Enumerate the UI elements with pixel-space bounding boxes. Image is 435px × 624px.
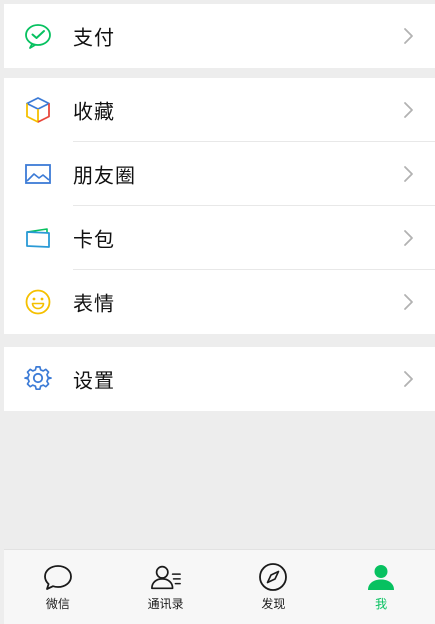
tab-me[interactable]: 我 bbox=[327, 550, 435, 624]
chevron-right-icon bbox=[404, 102, 413, 118]
tab-discover[interactable]: 发现 bbox=[220, 550, 328, 624]
cube-icon bbox=[24, 96, 52, 124]
compass-icon bbox=[257, 562, 289, 592]
chevron-right-icon bbox=[404, 166, 413, 182]
tab-discover-label: 发现 bbox=[261, 597, 286, 611]
menu-group-settings: 设置 bbox=[4, 347, 435, 411]
menu-item-pay[interactable]: 支付 bbox=[4, 4, 435, 68]
tab-contacts[interactable]: 通讯录 bbox=[112, 550, 220, 624]
chevron-right-icon bbox=[404, 28, 413, 44]
menu-group-pay: 支付 bbox=[4, 4, 435, 68]
chevron-right-icon bbox=[404, 294, 413, 310]
tab-chats-label: 微信 bbox=[45, 597, 70, 611]
contacts-icon bbox=[150, 562, 182, 592]
card-wallet-icon bbox=[24, 224, 52, 252]
tab-chats[interactable]: 微信 bbox=[4, 550, 112, 624]
person-icon bbox=[365, 562, 397, 592]
chat-bubble-icon bbox=[42, 562, 74, 592]
menu-item-cards-label: 卡包 bbox=[73, 227, 115, 252]
smiley-icon bbox=[24, 288, 52, 316]
menu-item-favorites-label: 收藏 bbox=[73, 99, 115, 124]
menu-item-cards[interactable]: 卡包 bbox=[4, 206, 435, 270]
tab-contacts-label: 通讯录 bbox=[147, 597, 184, 611]
menu-item-moments-label: 朋友圈 bbox=[73, 163, 136, 188]
gear-icon bbox=[24, 365, 52, 393]
menu-item-settings[interactable]: 设置 bbox=[4, 347, 435, 411]
chevron-right-icon bbox=[404, 230, 413, 246]
menu-item-favorites[interactable]: 收藏 bbox=[4, 78, 435, 142]
me-screen: 支付 收藏 朋友圈 卡包 表情 设置 微信 通讯录 发现 我 bbox=[0, 0, 435, 624]
chevron-right-icon bbox=[404, 371, 413, 387]
menu-item-stickers[interactable]: 表情 bbox=[4, 270, 435, 334]
menu-item-moments[interactable]: 朋友圈 bbox=[4, 142, 435, 206]
photo-icon bbox=[24, 160, 52, 188]
bottom-tab-bar: 微信 通讯录 发现 我 bbox=[4, 549, 435, 624]
tab-me-label: 我 bbox=[375, 597, 388, 611]
wechat-pay-icon bbox=[24, 22, 52, 50]
menu-group-content: 收藏 朋友圈 卡包 表情 bbox=[4, 78, 435, 334]
menu-item-stickers-label: 表情 bbox=[73, 291, 115, 316]
menu-item-pay-label: 支付 bbox=[73, 25, 115, 50]
menu-item-settings-label: 设置 bbox=[73, 368, 115, 393]
